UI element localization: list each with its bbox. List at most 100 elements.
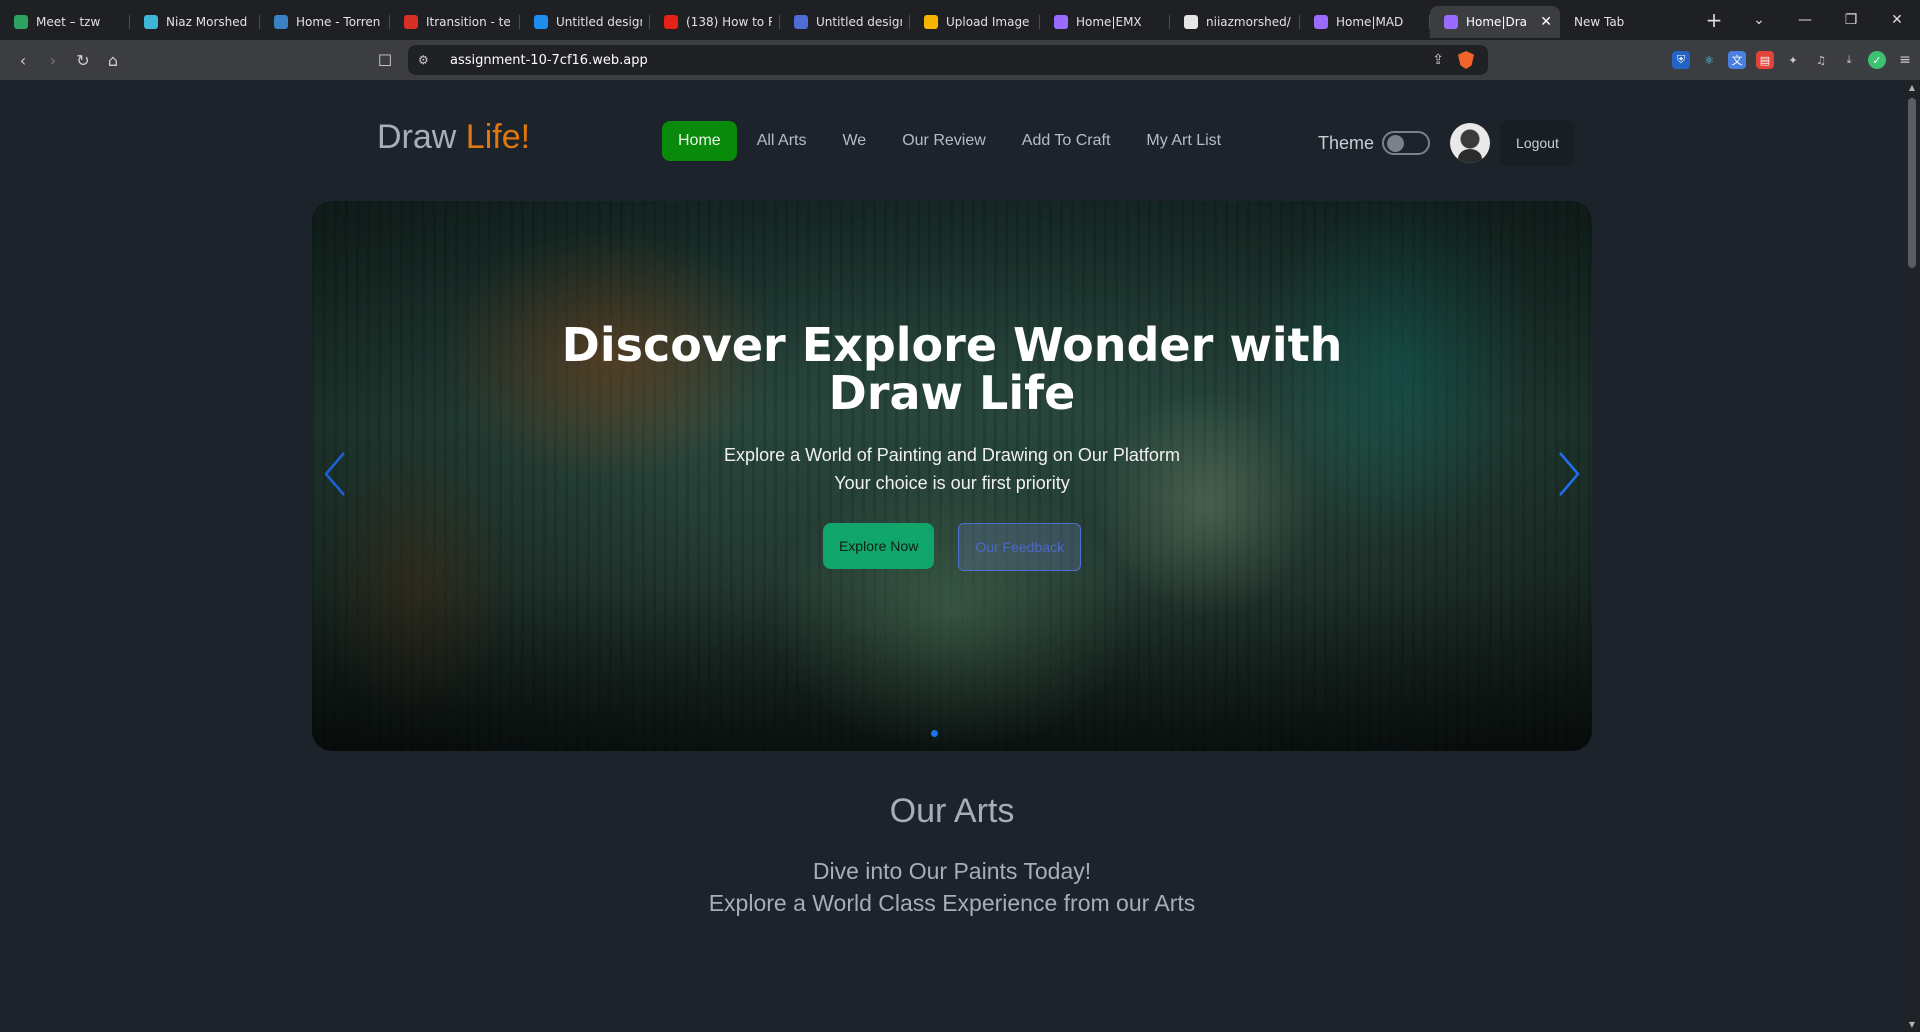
close-window-icon[interactable]: ✕	[1874, 0, 1920, 40]
main-menu: Home All Arts We Our Review Add To Craft…	[662, 121, 1237, 161]
menu-we[interactable]: We	[826, 121, 882, 161]
new-tab-button[interactable]: +	[1696, 0, 1732, 40]
browser-tab[interactable]: New Tab	[1560, 6, 1690, 38]
hero-subtitle-line1: Explore a World of Painting and Drawing …	[724, 445, 1180, 465]
gmail-icon	[404, 15, 418, 29]
tab-label: Niaz Morshed	[166, 15, 248, 29]
doc-icon	[794, 15, 808, 29]
bookmark-icon[interactable]: ☐	[370, 45, 400, 75]
window-controls: ⌄ — ❐ ✕	[1736, 0, 1920, 40]
forward-icon[interactable]: ›	[38, 45, 68, 75]
carousel-prev-icon[interactable]	[320, 449, 350, 499]
site-info-icon[interactable]: ⚙	[418, 53, 436, 67]
browser-tab[interactable]: Itransition - te	[390, 6, 520, 38]
web-page: Draw Life! Home All Arts We Our Review A…	[0, 80, 1904, 1032]
share-icon[interactable]: ⇪	[1432, 52, 1444, 68]
browser-tab[interactable]: Niaz Morshed	[130, 6, 260, 38]
logo-accent: Life!	[465, 118, 531, 156]
vite-icon	[1314, 15, 1328, 29]
browser-tab[interactable]: niiazmorshed/	[1170, 6, 1300, 38]
menu-home[interactable]: Home	[662, 121, 737, 161]
toggle-knob	[1387, 135, 1405, 152]
brave-shield-icon[interactable]	[1458, 51, 1474, 69]
menu-add-to-craft[interactable]: Add To Craft	[1006, 121, 1127, 161]
youtube-icon	[664, 15, 678, 29]
reload-icon[interactable]: ↻	[68, 45, 98, 75]
explore-now-button[interactable]: Explore Now	[822, 523, 935, 569]
browser-tab[interactable]: Home|EMX	[1040, 6, 1170, 38]
react-icon	[144, 15, 158, 29]
scroll-thumb[interactable]	[1908, 98, 1916, 268]
tab-label: Home|MAD	[1336, 15, 1404, 29]
menu-our-review[interactable]: Our Review	[886, 121, 1002, 161]
browser-tab[interactable]: (138) How to R	[650, 6, 780, 38]
tab-label: Meet – tzw	[36, 15, 101, 29]
tab-label: Itransition - te	[426, 15, 511, 29]
home-icon[interactable]: ⌂	[98, 45, 128, 75]
tab-label: niiazmorshed/	[1206, 15, 1291, 29]
close-tab-icon[interactable]: ✕	[1540, 14, 1552, 30]
tab-label: New Tab	[1574, 15, 1625, 29]
tab-label: Home|EMX	[1076, 15, 1142, 29]
menu-icon[interactable]: ≡	[1896, 51, 1914, 69]
vite-icon	[1054, 15, 1068, 29]
our-arts-title: Our Arts	[889, 792, 1015, 830]
browser-tab[interactable]: Home|MAD	[1300, 6, 1430, 38]
logout-button[interactable]: Logout	[1500, 120, 1575, 166]
our-feedback-button[interactable]: Our Feedback	[958, 523, 1082, 571]
vpn-icon[interactable]: ✓	[1868, 51, 1886, 69]
tab-list-icon[interactable]: ⌄	[1736, 0, 1782, 40]
logo-main: Draw	[377, 118, 466, 156]
extensions-icon[interactable]: ✦	[1784, 51, 1802, 69]
hero-carousel: Discover Explore Wonder with Draw Life E…	[312, 201, 1592, 751]
clipper-icon[interactable]: ▤	[1756, 51, 1774, 69]
our-arts-line1: Dive into Our Paints Today!	[812, 858, 1092, 884]
carousel-dot-active[interactable]	[931, 730, 938, 737]
tab-strip: Meet – tzw Niaz Morshed Home - Torren Itran…	[0, 0, 1690, 40]
browser-tab[interactable]: Home - Torren	[260, 6, 390, 38]
browser-tab[interactable]: Meet – tzw	[0, 6, 130, 38]
meet-icon	[14, 15, 28, 29]
theme-toggle[interactable]	[1382, 131, 1431, 155]
nav-right: Theme Logout	[1318, 120, 1575, 166]
tab-label: Home - Torren	[296, 15, 381, 29]
hero-buttons: Explore Now Our Feedback	[312, 523, 1592, 571]
upload-icon	[924, 15, 938, 29]
bitwarden-icon[interactable]: ⛨	[1672, 51, 1690, 69]
browser-toolbar: ‹ › ↻ ⌂ ☐ ⚙ assignment-10-7cf16.web.app …	[0, 40, 1920, 80]
browser-tab[interactable]: Upload Image	[910, 6, 1040, 38]
tab-label: Untitled design	[816, 15, 902, 29]
browser-tab[interactable]: Untitled design	[520, 6, 650, 38]
browser-tab[interactable]: Untitled design	[780, 6, 910, 38]
theme-label: Theme	[1318, 132, 1375, 153]
scroll-down-icon[interactable]: ▼	[1904, 1020, 1920, 1029]
minimize-icon[interactable]: —	[1782, 0, 1828, 40]
hero-subtitle-line2: Your choice is our first priority	[834, 473, 1070, 493]
tab-label: Untitled design	[556, 15, 642, 29]
menu-my-art-list[interactable]: My Art List	[1130, 121, 1237, 161]
site-navbar: Draw Life! Home All Arts We Our Review A…	[0, 80, 1904, 180]
our-arts-line2: Explore a World Class Experience from ou…	[708, 890, 1196, 916]
back-icon[interactable]: ‹	[8, 45, 38, 75]
scroll-up-icon[interactable]: ▲	[1904, 83, 1920, 92]
tab-active[interactable]: Home|Dra ✕	[1430, 6, 1560, 38]
carousel-next-icon[interactable]	[1554, 449, 1584, 499]
user-avatar[interactable]	[1450, 123, 1491, 163]
menu-all-arts[interactable]: All Arts	[741, 121, 823, 161]
react-devtools-icon[interactable]: ⚛	[1700, 51, 1718, 69]
hero-title: Discover Explore Wonder with Draw Life	[561, 318, 1343, 420]
site-logo[interactable]: Draw Life!	[377, 118, 530, 157]
canva-icon	[534, 15, 548, 29]
url-text[interactable]: assignment-10-7cf16.web.app	[450, 53, 648, 68]
address-bar[interactable]: ⚙ assignment-10-7cf16.web.app ⇪	[408, 45, 1488, 75]
media-icon[interactable]: ♫	[1812, 51, 1830, 69]
translate-icon[interactable]: 文	[1728, 51, 1746, 69]
restore-icon[interactable]: ❐	[1828, 0, 1874, 40]
tab-label: Home|Dra	[1466, 15, 1528, 29]
page-scrollbar[interactable]: ▲ ▼	[1904, 80, 1920, 1032]
our-arts-subtitle: Dive into Our Paints Today! Explore a Wo…	[0, 855, 1904, 919]
tab-label: Upload Image	[946, 15, 1030, 29]
tab-label: (138) How to R	[686, 15, 772, 29]
download-icon[interactable]: ⤓	[1840, 51, 1858, 69]
browser-tab-bar: Meet – tzw Niaz Morshed Home - Torren Itran…	[0, 0, 1920, 40]
